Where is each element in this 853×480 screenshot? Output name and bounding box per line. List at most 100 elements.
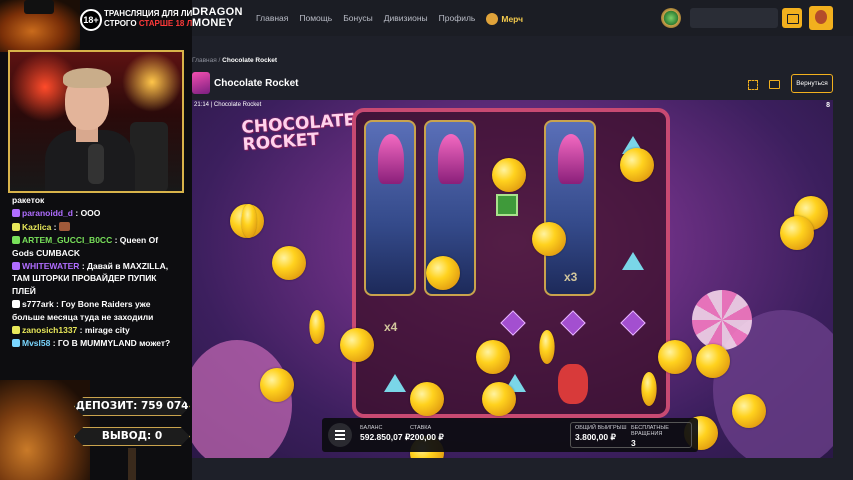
- gummy-bear-symbol: [558, 364, 588, 404]
- chat-nick[interactable]: Mvsl58: [22, 338, 50, 348]
- breadcrumb-current: Chocolate Rocket: [222, 57, 278, 64]
- gold-coin: [272, 246, 306, 280]
- green-gem-symbol: [496, 194, 518, 216]
- reel-column: [364, 120, 416, 296]
- gold-coin: [492, 158, 526, 192]
- main-content: Главная / Chocolate Rocket Chocolate Roc…: [192, 36, 853, 480]
- chat-nick[interactable]: paranoidd_d: [22, 208, 73, 218]
- rocket-symbol: [378, 134, 404, 184]
- game-frame-title: 21:14 | Chocolate Rocket: [194, 102, 262, 108]
- purple-gem-symbol: [620, 310, 646, 336]
- game-frame[interactable]: 21:14 | Chocolate Rocket 8 CHOCOLATE ROC…: [192, 100, 833, 458]
- win-panel: ОБЩИЙ ВЫИГРЫШ 3.800,00 ₽ БЕСПЛАТНЫЕ ВРАЩ…: [570, 422, 692, 448]
- main-nav: Главная Помощь Бонусы Дивизионы Профиль …: [256, 13, 523, 25]
- chat-message: Mvsl58 : ГО В MUMMYLAND может?: [12, 337, 182, 349]
- rank-emblem-icon[interactable]: [661, 8, 681, 28]
- gold-coin: [780, 216, 814, 250]
- chat-badge-icon: [12, 262, 20, 271]
- free-spins-display: БЕСПЛАТНЫЕ ВРАЩЕНИЯ 3: [631, 425, 669, 448]
- chat-message: ракеток: [12, 194, 182, 206]
- chat-message: Kazlica :: [12, 221, 182, 233]
- gold-coin: [482, 382, 516, 416]
- gold-coin: [476, 340, 510, 374]
- theater-mode-icon[interactable]: [769, 80, 780, 89]
- nav-divisions[interactable]: Дивизионы: [384, 13, 428, 25]
- purple-gem-symbol: [500, 310, 526, 336]
- dragon-mascot-bottom: [0, 380, 90, 480]
- chat-nick[interactable]: Kazlica: [22, 222, 51, 232]
- corner-mark: 8: [826, 102, 830, 109]
- chat-badge-icon: [12, 339, 20, 348]
- breadcrumb: Главная / Chocolate Rocket: [192, 57, 278, 64]
- top-hat-icon: [24, 0, 54, 14]
- signpost: [128, 448, 136, 480]
- chat-message: WHITEWATER : Давай в MAXZILLA, ТАМ ШТОРК…: [12, 260, 182, 297]
- chat-text: : mirage city: [77, 325, 130, 336]
- nav-profile[interactable]: Профиль: [439, 13, 476, 25]
- gold-coin: [307, 305, 327, 349]
- wallet-button[interactable]: [782, 8, 802, 28]
- rocket-symbol: [438, 134, 464, 184]
- emote-icon: [58, 221, 70, 231]
- nav-bonuses[interactable]: Бонусы: [343, 13, 373, 25]
- gold-coin: [732, 394, 766, 428]
- chat-badge-icon: [12, 222, 20, 231]
- blue-triangle-symbol: [622, 252, 644, 270]
- stream-overlay: 18+ ТРАНСЛЯЦИЯ ДЛЯ ЛИЦ СТРОГО СТАРШЕ 18 …: [0, 0, 202, 480]
- age-warning: ТРАНСЛЯЦИЯ ДЛЯ ЛИЦ СТРОГО СТАРШЕ 18 ЛЕТ: [104, 9, 203, 28]
- total-win-display: ОБЩИЙ ВЫИГРЫШ 3.800,00 ₽: [575, 425, 627, 442]
- gold-coin: [696, 344, 730, 378]
- site-logo[interactable]: DRAGON MONEY: [192, 7, 243, 29]
- withdraw-counter: ВЫВОД: 0: [74, 427, 190, 446]
- gold-coin: [426, 256, 460, 290]
- gold-coin: [260, 368, 294, 402]
- chat-message: paranoidd_d : ООО: [12, 207, 182, 219]
- chat-text: ракеток: [12, 195, 45, 205]
- game-logo: CHOCOLATE ROCKET: [240, 110, 356, 155]
- chat-nick[interactable]: s777ark: [22, 299, 54, 309]
- game-header: Chocolate Rocket: [192, 72, 298, 94]
- chat-text: : ГО В MUMMYLAND может?: [50, 338, 171, 349]
- gold-coin: [658, 340, 692, 374]
- bet-display: СТАВКА 200,00 ₽: [410, 425, 444, 442]
- avatar[interactable]: [809, 6, 833, 30]
- gaming-chair: [130, 122, 168, 191]
- webcam-feed: [8, 50, 184, 193]
- microphone-icon: [88, 144, 104, 184]
- merch-icon: [486, 13, 499, 25]
- balance-field[interactable]: [690, 8, 778, 28]
- gold-coin: [532, 222, 566, 256]
- age-rating-badge: 18+: [80, 9, 102, 31]
- breadcrumb-home[interactable]: Главная: [192, 57, 217, 64]
- deposit-counter: ДЕПОЗИТ: 759 074: [74, 397, 190, 416]
- nav-home[interactable]: Главная: [256, 13, 288, 25]
- chat-nick[interactable]: ARTEM_GUCCI_B0CC: [22, 235, 112, 245]
- chat-message: ARTEM_GUCCI_B0CC : Queen Of Gods CUMBACK: [12, 234, 182, 259]
- site-header: DRAGON MONEY Главная Помощь Бонусы Дивиз…: [192, 0, 853, 36]
- nav-merch[interactable]: Мерч: [486, 13, 523, 25]
- gold-coin: [340, 328, 374, 362]
- page-title: Chocolate Rocket: [214, 77, 299, 89]
- dragon-mascot-top: [0, 0, 80, 52]
- chat-badge-icon: [12, 209, 20, 218]
- multiplier-label: x4: [384, 320, 398, 334]
- blue-triangle-symbol: [384, 374, 406, 392]
- chat-text: :: [51, 221, 59, 232]
- back-button[interactable]: Вернуться: [791, 74, 833, 93]
- chat-message: zanosich1337 : mirage city: [12, 324, 182, 336]
- chat-badge-icon: [12, 300, 20, 309]
- chat-badge-icon: [12, 236, 20, 245]
- nav-help[interactable]: Помощь: [299, 13, 332, 25]
- balance-display: БАЛАНС 592.850,07 ₽: [360, 425, 411, 442]
- fullscreen-icon[interactable]: [748, 80, 758, 90]
- game-thumbnail: [192, 72, 210, 94]
- stream-chat: ракеток paranoidd_d : ООО Kazlica : ARTEM_…: [12, 194, 182, 351]
- chat-nick[interactable]: WHITEWATER: [22, 261, 79, 271]
- gold-coin: [410, 382, 444, 416]
- chat-text: : ООО: [73, 208, 101, 219]
- chat-nick[interactable]: zanosich1337: [22, 325, 77, 335]
- chat-message: s777ark : Гоу Bone Raiders уже больше ме…: [12, 298, 182, 323]
- lollipop-decoration: [692, 290, 752, 350]
- game-menu-button[interactable]: [328, 423, 352, 447]
- game-control-bar: БАЛАНС 592.850,07 ₽ СТАВКА 200,00 ₽ ОБЩИ…: [322, 418, 698, 452]
